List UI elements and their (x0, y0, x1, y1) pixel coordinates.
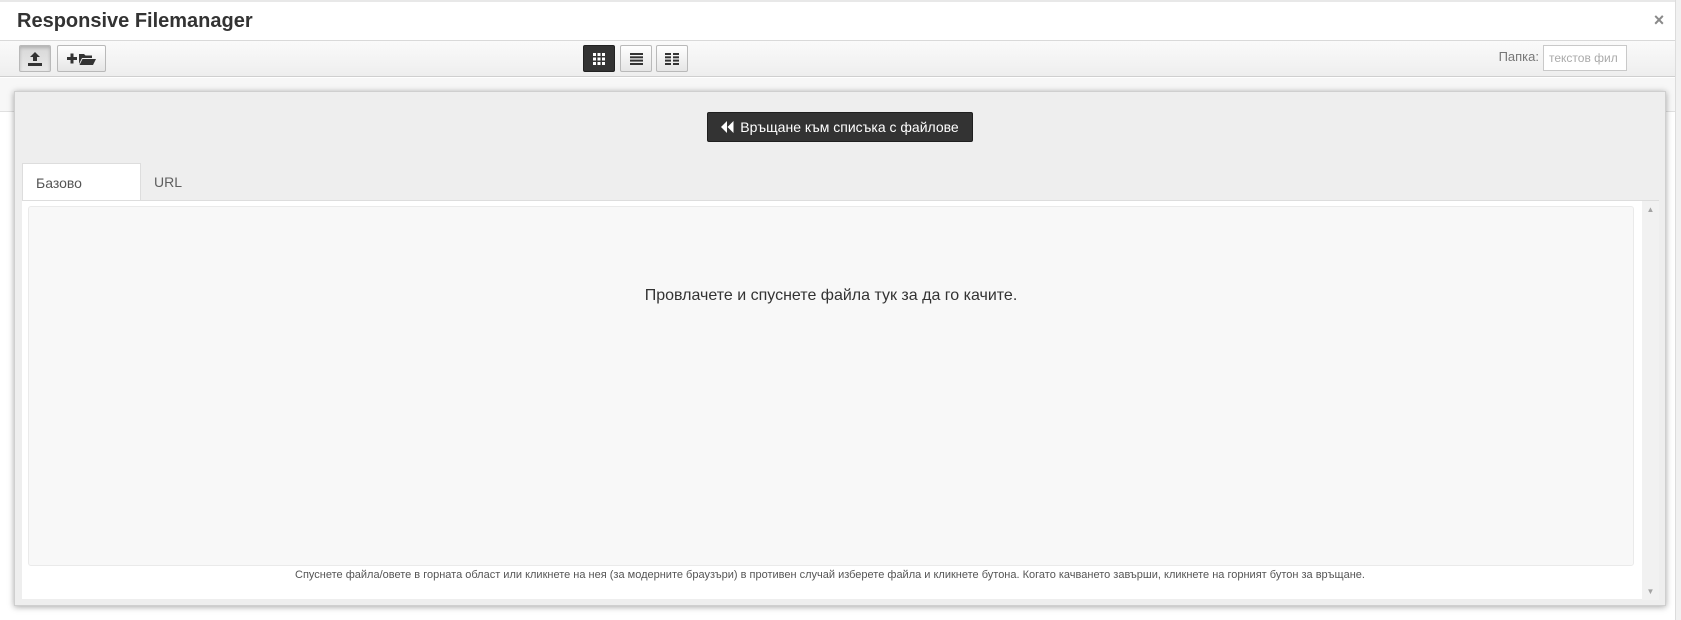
list-view-icon (629, 52, 643, 65)
dropzone-message: Провлачете и спуснете файла тук за да го… (644, 287, 1018, 304)
grid-view-icon (593, 52, 605, 65)
scroll-up-arrow[interactable]: ▲ (1642, 201, 1659, 218)
dialog-header: Responsive Filemanager × (0, 2, 1675, 41)
fast-backward-icon (721, 121, 734, 133)
plus-folder-open-icon (66, 53, 96, 65)
backdrop-scroll-edge (1675, 0, 1681, 620)
tab-url[interactable]: URL (141, 163, 195, 201)
toolbar: Папка: (0, 41, 1675, 77)
upload-help-text: Спуснете файла/овете в горната област ил… (295, 569, 1365, 581)
close-icon: × (1653, 10, 1665, 30)
dropzone[interactable]: Провлачете и спуснете файла тук за да го… (28, 206, 1634, 566)
columns-list-icon (665, 52, 679, 65)
filemanager-window: Responsive Filemanager × Папка: текстов … (0, 0, 1681, 620)
list-view-button[interactable] (620, 45, 652, 72)
back-to-files-label: Връщане към списъка с файлове (740, 119, 959, 135)
grid-view-button[interactable] (583, 45, 615, 72)
folder-filter-label: Папка: (1498, 49, 1539, 64)
upload-panel: Връщане към списъка с файлове Базово кач… (14, 91, 1666, 606)
dialog-title: Responsive Filemanager (17, 10, 253, 32)
new-folder-button[interactable] (57, 45, 106, 72)
scroll-down-arrow[interactable]: ▼ (1642, 583, 1659, 600)
upload-button[interactable] (19, 45, 51, 72)
columns-view-button[interactable] (656, 45, 688, 72)
upload-icon (28, 51, 42, 66)
upload-tab-content: Провлачете и спуснете файла тук за да го… (22, 200, 1659, 600)
tab-basic-upload[interactable]: Базово качване (22, 163, 141, 229)
folder-filter-input[interactable] (1543, 45, 1627, 71)
vertical-scrollbar[interactable]: ▲ ▼ (1642, 201, 1659, 600)
back-to-files-button[interactable]: Връщане към списъка с файлове (707, 112, 973, 142)
close-button[interactable]: × (1651, 10, 1667, 30)
